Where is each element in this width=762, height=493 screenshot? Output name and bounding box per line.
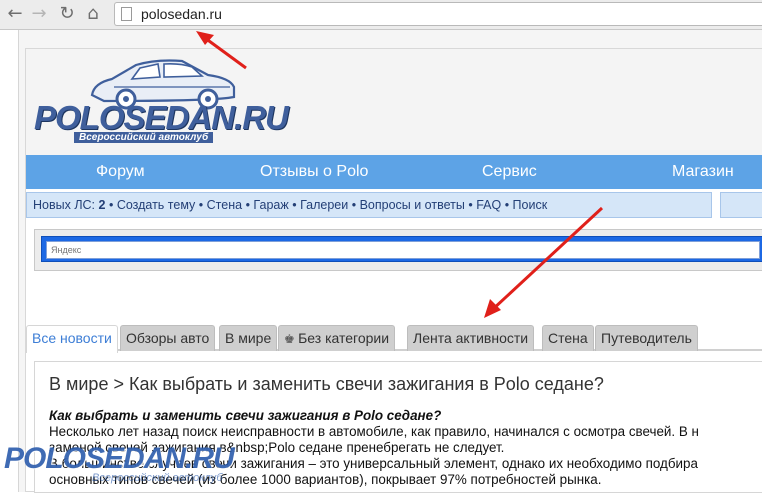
arrow-to-activity-tab [484, 206, 604, 318]
watermark-text: POLOSEDAN.RU [4, 442, 235, 475]
arrow-to-url [196, 31, 247, 70]
watermark-subtitle: Всероссийский автоклуб [92, 472, 223, 484]
annotation-arrows [196, 31, 604, 318]
watermark: POLOSEDAN.RU Всероссийский автоклуб [4, 442, 304, 492]
